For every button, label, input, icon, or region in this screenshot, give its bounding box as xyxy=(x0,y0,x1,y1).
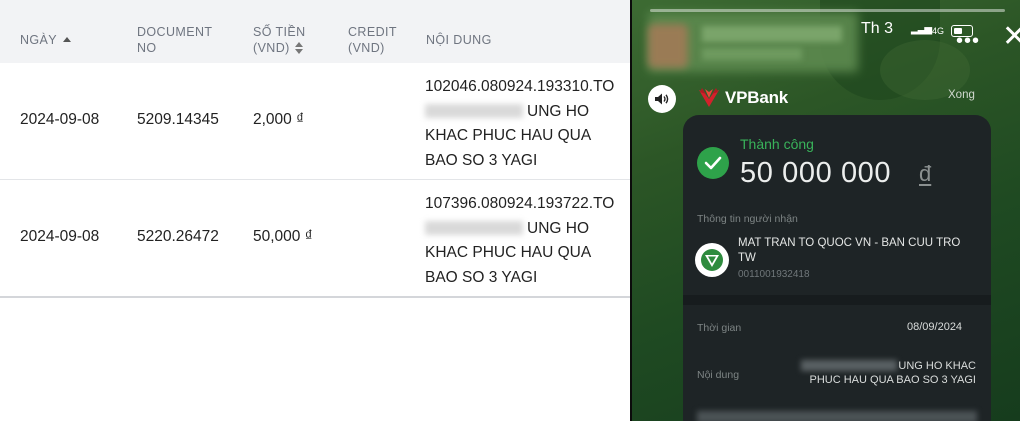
statement-table: NGÀY DOCUMENT NO SỐ TIỀN (VND) CREDIT (V… xyxy=(0,0,630,298)
column-header-date-label: NGÀY xyxy=(20,33,58,47)
status-time: Th 3 xyxy=(861,20,894,37)
success-check-icon xyxy=(697,147,729,179)
content-label: Nội dung xyxy=(697,369,740,381)
signal-icon: ▂▃▅ xyxy=(911,24,932,35)
content-value: UNG HO KHAC PHUC HAU QUA BAO SO 3 YAGI xyxy=(801,359,976,387)
redacted-username xyxy=(702,26,842,42)
cell-content-line: KHAC PHUC HAU QUA xyxy=(425,244,592,261)
speaker-icon xyxy=(655,93,669,105)
column-header-amount-line2: (VND) xyxy=(253,41,290,55)
column-header-credit: CREDIT (VND) xyxy=(348,24,397,56)
section-divider xyxy=(683,295,991,305)
column-header-amount[interactable]: SỐ TIỀN (VND) xyxy=(253,24,306,56)
cell-document-no: 5209.14345 xyxy=(137,111,219,128)
cell-content-line: KHAC PHUC HAU QUA xyxy=(425,127,592,144)
cell-content: 102046.080924.193310.TO UNG HO KHAC PHUC… xyxy=(425,75,625,173)
avatar xyxy=(648,24,688,68)
table-row: 2024-09-08 5209.14345 2,000 ₫ 102046.080… xyxy=(0,63,630,180)
currency-symbol: đ xyxy=(919,161,932,186)
cell-content-line: BAO SO 3 YAGI xyxy=(425,268,538,286)
time-value: 08/09/2024 xyxy=(907,321,963,333)
sort-ascending-icon xyxy=(63,37,72,42)
redacted-subtitle xyxy=(702,48,802,60)
time-label: Thời gian xyxy=(697,322,742,334)
recipient-logo-icon xyxy=(695,243,729,277)
redacted-name xyxy=(425,220,523,235)
table-row: 2024-09-08 5220.26472 50,000 ₫ 107396.08… xyxy=(0,180,630,298)
vpbank-logo-icon xyxy=(699,88,719,107)
table-header: NGÀY DOCUMENT NO SỐ TIỀN (VND) CREDIT (V… xyxy=(0,0,630,63)
column-header-document-no: DOCUMENT NO xyxy=(137,24,212,56)
redacted-name xyxy=(425,103,523,118)
cell-content-line: 107396.080924.193722.TO xyxy=(425,195,615,212)
vpbank-receipt-screenshot: Th 3 ▂▃▅ 4G ••• ✕ VPBank Xong Thành công… xyxy=(630,0,1020,421)
transaction-card: Thành công 50 000 000 đ Thông tin người … xyxy=(683,115,991,421)
cell-date: 2024-09-08 xyxy=(20,228,100,245)
story-progress-bar xyxy=(650,9,1005,12)
speaker-button[interactable] xyxy=(648,85,676,113)
cell-document-no: 5220.26472 xyxy=(137,228,219,245)
success-label: Thành công xyxy=(740,136,814,152)
column-header-amount-line1: SỐ TIỀN xyxy=(253,25,306,39)
column-header-content: NỘI DUNG xyxy=(426,33,492,47)
transfer-amount: 50 000 000 xyxy=(740,157,892,189)
redacted-footer xyxy=(697,411,977,421)
recipient-account-number: 0011001932418 xyxy=(738,269,810,280)
column-header-credit-line1: CREDIT xyxy=(348,25,397,39)
cell-amount: 2,000 ₫ xyxy=(253,111,305,128)
cell-content-line: UNG HO xyxy=(527,102,589,120)
column-header-date[interactable]: NGÀY xyxy=(20,32,72,48)
recipient-label: Thông tin người nhận xyxy=(697,213,798,225)
cell-content-line: UNG HO xyxy=(527,219,589,237)
network-type: 4G xyxy=(932,26,945,36)
recipient-name: MAT TRAN TO QUOC VN - BAN CUU TRO TW xyxy=(738,237,961,264)
cell-content-line: 102046.080924.193310.TO xyxy=(425,78,615,95)
screenshot-divider xyxy=(630,0,632,421)
content-value-line: PHUC HAU QUA BAO SO 3 YAGI xyxy=(809,374,976,386)
column-header-document-line1: DOCUMENT xyxy=(137,25,213,39)
brand-name: VPBank xyxy=(725,88,789,107)
cell-content-line: BAO SO 3 YAGI xyxy=(425,151,538,169)
cell-date: 2024-09-08 xyxy=(20,111,100,128)
done-button[interactable]: Xong xyxy=(948,89,975,101)
cell-amount: 50,000 ₫ xyxy=(253,228,313,245)
sort-toggle-icon xyxy=(294,42,303,54)
more-options-icon[interactable]: ••• xyxy=(956,30,980,53)
close-icon[interactable]: ✕ xyxy=(1002,22,1020,52)
column-header-document-line2: NO xyxy=(137,41,157,55)
cell-content: 107396.080924.193722.TO UNG HO KHAC PHUC… xyxy=(425,192,625,290)
column-header-credit-line2: (VND) xyxy=(348,41,385,55)
content-value-line: UNG HO KHAC xyxy=(898,360,976,372)
